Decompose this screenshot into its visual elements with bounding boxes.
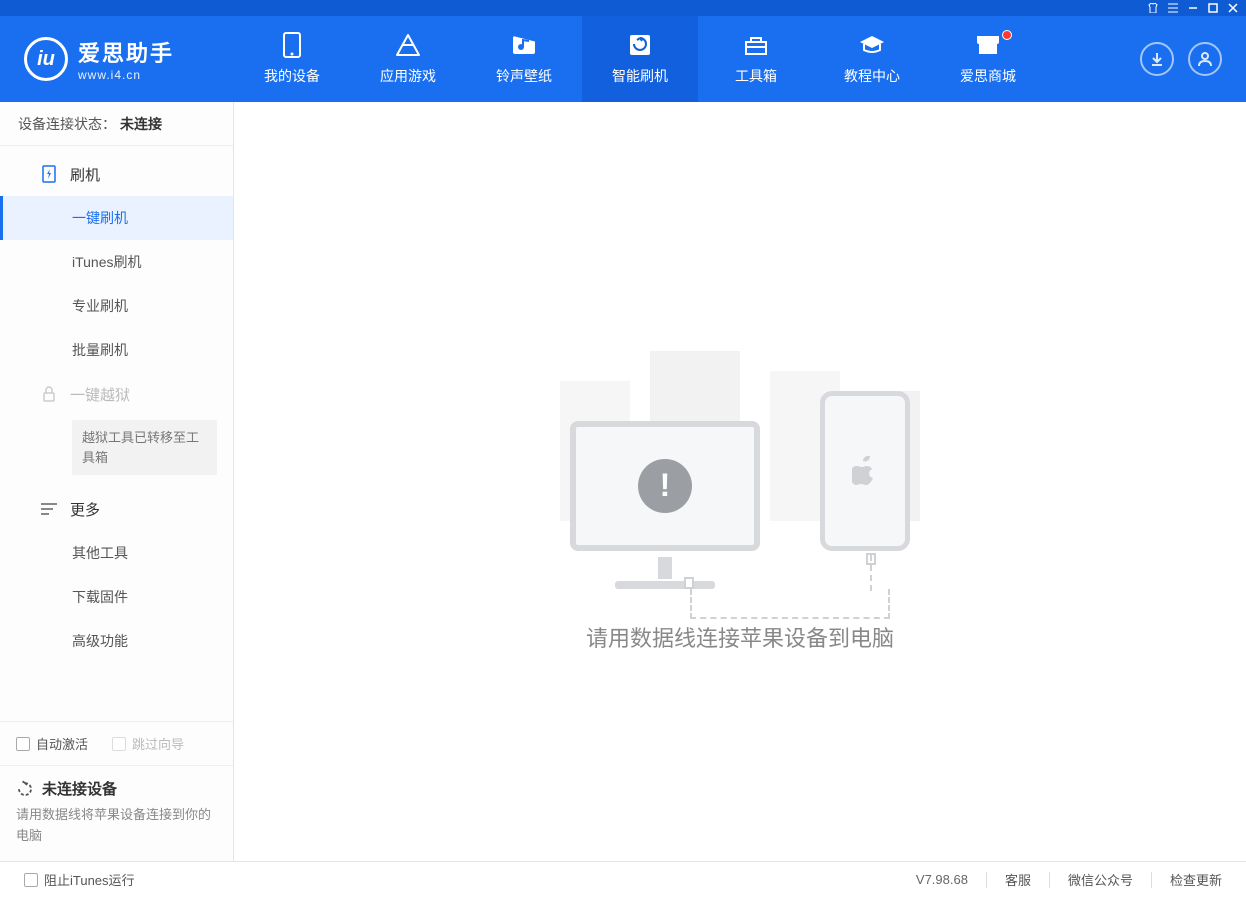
logo[interactable]: iu 爱思助手 www.i4.cn — [0, 36, 234, 82]
apple-icon — [852, 456, 878, 486]
tutorial-icon — [858, 32, 886, 58]
shop-icon — [975, 32, 1001, 58]
check-update-link[interactable]: 检查更新 — [1170, 870, 1222, 889]
flash-icon — [628, 32, 652, 58]
header: iu 爱思助手 www.i4.cn 我的设备 应用游戏 铃声壁纸 — [0, 16, 1246, 102]
section-jailbreak: 一键越狱 — [0, 372, 233, 416]
main-message: 请用数据线连接苹果设备到电脑 — [586, 621, 894, 653]
titlebar-list-icon[interactable] — [1164, 1, 1182, 15]
wechat-link[interactable]: 微信公众号 — [1068, 870, 1133, 889]
phone-icon — [820, 391, 910, 551]
nav-ringtones[interactable]: 铃声壁纸 — [466, 16, 582, 102]
nav-toolbox[interactable]: 工具箱 — [698, 16, 814, 102]
flash-section-icon — [40, 165, 58, 183]
section-flash[interactable]: 刷机 — [0, 152, 233, 196]
checkbox-icon — [24, 873, 38, 887]
close-button[interactable] — [1224, 1, 1242, 15]
sidebar-item-itunes-flash[interactable]: iTunes刷机 — [0, 240, 233, 284]
checkbox-block-itunes[interactable]: 阻止iTunes运行 — [24, 870, 135, 889]
titlebar — [0, 0, 1246, 16]
maximize-button[interactable] — [1204, 1, 1222, 15]
nav-my-device[interactable]: 我的设备 — [234, 16, 350, 102]
connect-illustration: ! — [540, 311, 940, 591]
footer: 阻止iTunes运行 V7.98.68 客服 微信公众号 检查更新 — [0, 861, 1246, 897]
checkbox-auto-activate[interactable]: 自动激活 — [16, 734, 88, 753]
checkbox-icon — [112, 737, 126, 751]
apps-icon — [395, 32, 421, 58]
sidebar-item-advanced[interactable]: 高级功能 — [0, 619, 233, 663]
nav-shop[interactable]: 爱思商城 — [930, 16, 1046, 102]
monitor-icon: ! — [570, 421, 760, 551]
lock-icon — [40, 386, 58, 402]
ringtone-icon — [511, 32, 537, 58]
alert-icon: ! — [638, 459, 692, 513]
logo-icon: iu — [24, 37, 68, 81]
app-name: 爱思助手 — [78, 36, 174, 68]
main-nav: 我的设备 应用游戏 铃声壁纸 智能刷机 工具箱 — [234, 16, 1106, 102]
device-icon — [283, 32, 301, 58]
checkbox-icon — [16, 737, 30, 751]
toolbox-icon — [742, 32, 770, 58]
main-content: ! 请用数据线连接苹果设备到电脑 — [234, 102, 1246, 861]
titlebar-shirt-icon[interactable] — [1144, 1, 1162, 15]
sidebar-item-one-key-flash[interactable]: 一键刷机 — [0, 196, 233, 240]
account-button[interactable] — [1188, 42, 1222, 76]
nav-apps[interactable]: 应用游戏 — [350, 16, 466, 102]
section-more[interactable]: 更多 — [0, 487, 233, 531]
checkbox-skip-guide: 跳过向导 — [112, 734, 184, 753]
device-message: 请用数据线将苹果设备连接到你的电脑 — [16, 805, 217, 847]
sidebar-menu: 刷机 一键刷机 iTunes刷机 专业刷机 批量刷机 一键越狱 越狱工具已转移至… — [0, 146, 233, 721]
minimize-button[interactable] — [1184, 1, 1202, 15]
nav-tutorials[interactable]: 教程中心 — [814, 16, 930, 102]
version-label: V7.98.68 — [916, 872, 968, 887]
sidebar-device-status: 未连接设备 请用数据线将苹果设备连接到你的电脑 — [0, 765, 233, 861]
jailbreak-note: 越狱工具已转移至工具箱 — [72, 420, 217, 475]
sidebar-item-download-firmware[interactable]: 下载固件 — [0, 575, 233, 619]
connection-value: 未连接 — [120, 114, 162, 134]
sidebar-item-pro-flash[interactable]: 专业刷机 — [0, 284, 233, 328]
sidebar-options: 自动激活 跳过向导 — [0, 721, 233, 765]
connection-status: 设备连接状态： 未连接 — [0, 102, 233, 146]
download-button[interactable] — [1140, 42, 1174, 76]
shop-badge — [1002, 30, 1012, 40]
sidebar-item-other-tools[interactable]: 其他工具 — [0, 531, 233, 575]
refresh-icon[interactable] — [16, 780, 34, 798]
nav-flash[interactable]: 智能刷机 — [582, 16, 698, 102]
sidebar-item-batch-flash[interactable]: 批量刷机 — [0, 328, 233, 372]
sidebar: 设备连接状态： 未连接 刷机 一键刷机 iTunes刷机 专业刷机 批量刷机 — [0, 102, 234, 861]
support-link[interactable]: 客服 — [1005, 870, 1031, 889]
device-title: 未连接设备 — [42, 778, 117, 799]
more-icon — [40, 503, 58, 515]
app-url: www.i4.cn — [78, 68, 174, 82]
